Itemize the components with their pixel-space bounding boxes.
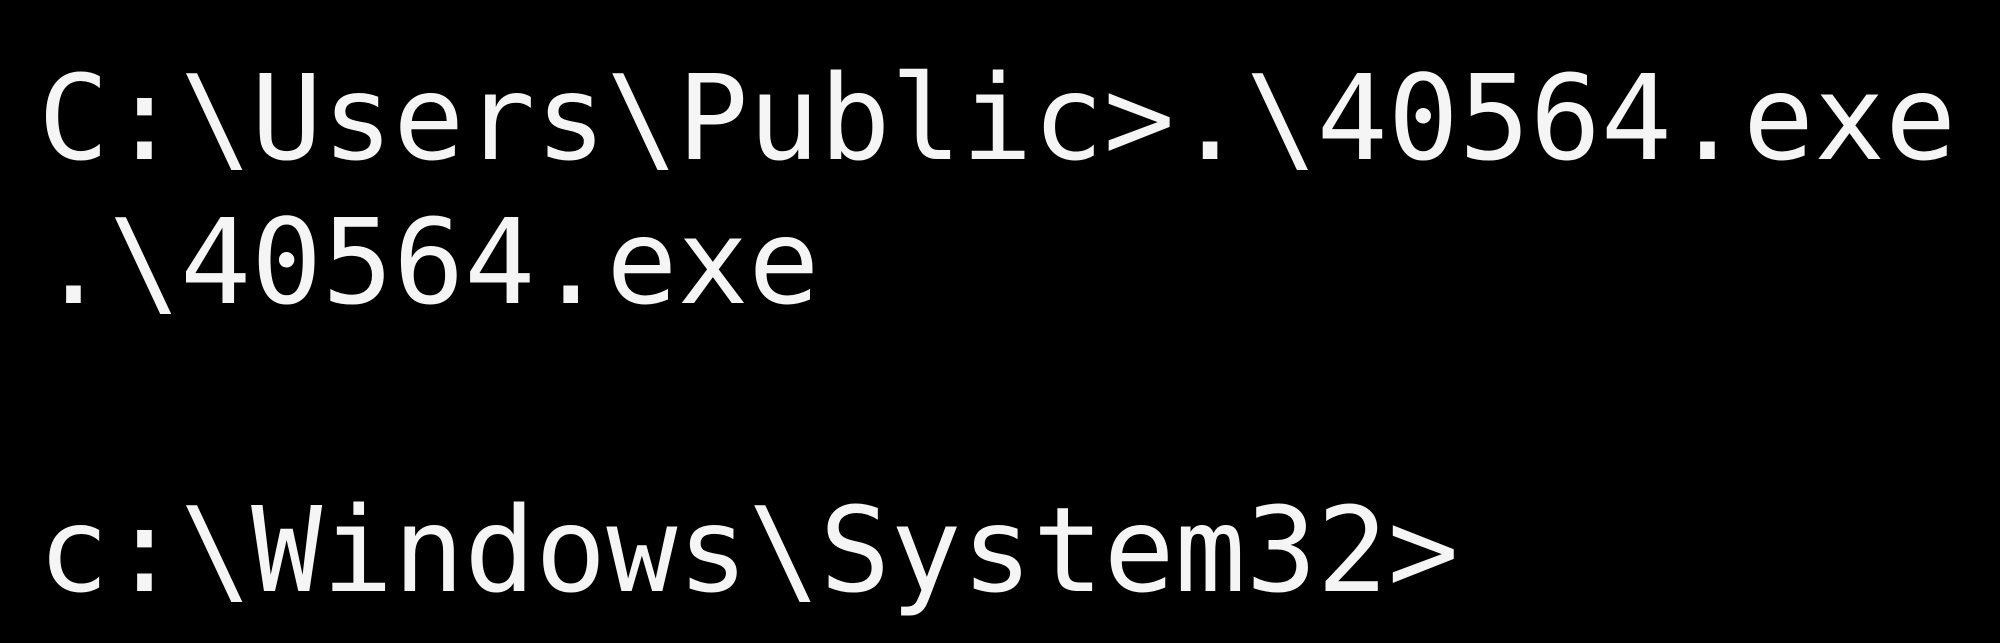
terminal-output-line: .\40564.exe xyxy=(38,193,820,331)
terminal-window[interactable]: C:\Users\Public>.\40564.exe .\40564.exe … xyxy=(0,0,2000,643)
terminal-prompt-line[interactable]: c:\Windows\System32> xyxy=(38,478,1459,622)
terminal-command-line: C:\Users\Public>.\40564.exe xyxy=(38,49,1957,187)
